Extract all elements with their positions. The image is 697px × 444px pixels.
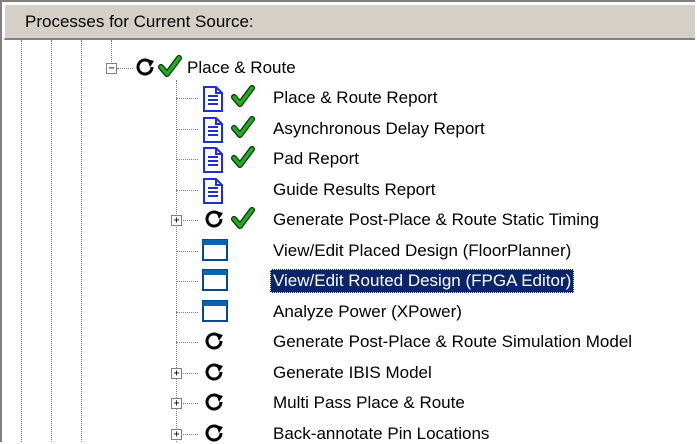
expand-toggle[interactable]: + [171,398,182,409]
tree-branch [117,68,133,69]
check-icon [231,145,255,174]
tree-item-label[interactable]: Multi Pass Place & Route [270,391,468,415]
check-icon [158,55,182,77]
tree-item-label[interactable]: Back-annotate Pin Locations [270,422,492,443]
expand-toggle[interactable]: + [171,428,182,440]
tree-item-label[interactable]: Generate IBIS Model [270,361,435,385]
tree-item-label[interactable]: Pad Report [270,147,362,171]
expand-toggle[interactable]: + [171,215,182,226]
tree-branch [176,311,198,313]
tree-item-label[interactable]: Generate Post-Place & Route Simulation M… [270,330,635,354]
tree-branch [176,98,198,99]
tree-item-label[interactable]: Generate Post-Place & Route Static Timin… [270,208,602,232]
tree-item-label[interactable]: Analyze Power (XPower) [270,300,465,324]
tree-item-label[interactable]: Place & Route Report [270,86,440,110]
tree-item-label-selected[interactable]: View/Edit Routed Design (FPGA Editor) [270,269,575,293]
expander-glyph: − [108,63,115,74]
refresh-icon [202,330,226,359]
window-icon [202,269,228,296]
tree-item-label[interactable]: Guide Results Report [270,178,439,202]
process-tree[interactable]: − Place & Route Place & Route Report Asyn… [2,40,695,442]
check-icon [231,206,255,235]
processes-panel: Processes for Current Source: − Place & … [0,0,695,442]
check-icon [231,84,255,113]
tree-branch [176,128,198,130]
refresh-icon [202,208,226,237]
report-icon [202,177,224,209]
tree-branch [176,342,198,343]
tree-line-children [176,80,177,442]
report-icon [202,147,224,178]
window-icon [202,299,228,327]
tree-branch [176,159,198,160]
check-icon [231,115,255,144]
collapse-toggle[interactable]: − [106,63,117,74]
tree-line-left-3 [81,40,82,442]
panel-title: Processes for Current Source: [25,12,254,31]
report-icon [202,116,224,148]
expander-glyph: + [173,398,180,409]
tree-line-left-1 [21,40,22,442]
tree-item-label[interactable]: Place & Route [184,56,299,80]
tree-branch [176,189,198,191]
refresh-icon [136,58,154,76]
expander-glyph: + [173,367,180,379]
tree-branch [176,250,198,252]
expander-glyph: + [173,215,180,226]
expand-toggle[interactable]: + [171,367,182,379]
refresh-icon [202,391,226,420]
window-icon [202,238,228,266]
tree-branch [176,281,198,282]
tree-line-left-2 [51,40,52,442]
tree-line-root [111,40,112,62]
expander-glyph: + [173,428,180,440]
tree-item-label[interactable]: View/Edit Placed Design (FloorPlanner) [270,239,574,263]
refresh-icon [202,361,226,390]
panel-header: Processes for Current Source: [4,4,695,40]
refresh-icon [202,422,226,443]
tree-item-label[interactable]: Asynchronous Delay Report [270,117,488,141]
report-icon [202,86,224,117]
